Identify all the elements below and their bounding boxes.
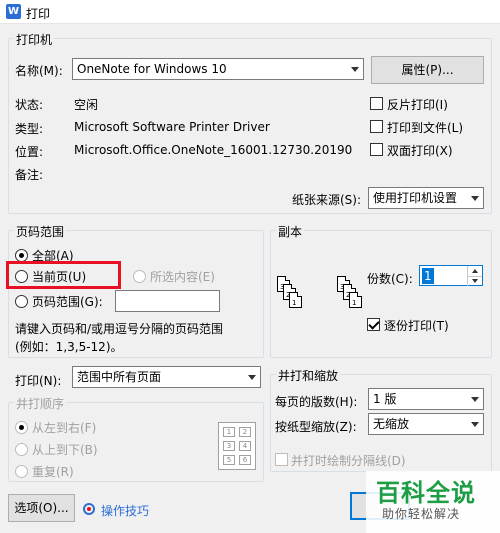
spin-down-button[interactable] xyxy=(467,276,482,286)
window-title: 打印 xyxy=(26,7,51,21)
top-to-bottom-label: 从上到下(B) xyxy=(32,443,98,457)
order-cell: 4 xyxy=(239,441,251,451)
title-bar: W 打印 xyxy=(0,0,500,24)
print-select[interactable]: 范围中所有页面 xyxy=(72,366,261,388)
scale-value: 无缩放 xyxy=(373,417,410,431)
chevron-down-icon xyxy=(471,397,479,402)
arrow-up-icon xyxy=(472,269,478,273)
page-range-input[interactable] xyxy=(115,290,220,312)
paper-source-value: 使用打印机设置 xyxy=(373,191,458,205)
page-icon: 1 xyxy=(289,292,302,308)
scale-select[interactable]: 无缩放 xyxy=(368,413,484,435)
page-range-hint-line1: 请键入页码和/或用逗号分隔的页码范围 xyxy=(15,322,224,336)
print-to-file-checkbox[interactable] xyxy=(370,120,383,133)
duplex-checkbox[interactable] xyxy=(370,143,383,156)
type-value: Microsoft Software Printer Driver xyxy=(74,120,270,134)
order-cell: 3 xyxy=(223,441,235,451)
copies-count-label: 份数(C): xyxy=(367,272,413,286)
properties-button[interactable]: 属性(P)... xyxy=(371,56,484,84)
page-range-hint-line2: (例如：1,3,5-12)。 xyxy=(15,340,123,354)
print-value: 范围中所有页面 xyxy=(77,370,162,384)
zoom-group-title: 并打和缩放 xyxy=(276,367,341,384)
chevron-down-icon xyxy=(248,375,256,380)
chevron-down-icon xyxy=(471,422,479,427)
draw-borders-label: 并打时绘制分隔线(D) xyxy=(291,454,406,468)
current-page-highlight xyxy=(6,261,121,289)
order-cell: 6 xyxy=(239,455,251,465)
status-value: 空闲 xyxy=(74,98,99,112)
print-label: 打印(N): xyxy=(15,374,62,388)
page-range-label: 页码范围(G): xyxy=(32,295,103,309)
printer-name-label: 名称(M): xyxy=(15,64,63,78)
draw-borders-checkbox[interactable] xyxy=(275,453,288,466)
collate-checkbox[interactable] xyxy=(367,318,380,331)
options-button[interactable]: 选项(O)... xyxy=(8,494,75,522)
tips-link[interactable]: 操作技巧 xyxy=(101,502,149,519)
paper-source-select[interactable]: 使用打印机设置 xyxy=(368,187,484,209)
copies-count-value: 1 xyxy=(422,268,434,284)
duplex-label: 双面打印(X) xyxy=(387,144,453,158)
top-to-bottom-radio[interactable] xyxy=(15,443,28,456)
wps-app-icon: W xyxy=(6,4,21,19)
location-label: 位置: xyxy=(15,145,44,159)
collate-illustration: 3 2 1 3 2 1 xyxy=(275,272,365,322)
repeat-radio[interactable] xyxy=(15,465,28,478)
order-cell: 2 xyxy=(239,427,251,437)
page-icon: 1 xyxy=(349,292,362,308)
tips-icon xyxy=(83,503,95,515)
print-to-file-label: 打印到文件(L) xyxy=(387,121,464,135)
reverse-print-checkbox[interactable] xyxy=(370,97,383,110)
printer-name-value: OneNote for Windows 10 xyxy=(77,62,227,76)
copies-count-spinner[interactable]: 1 xyxy=(419,265,483,286)
order-cell: 1 xyxy=(223,427,235,437)
print-order-preview: 1 2 3 4 5 6 xyxy=(218,422,256,470)
page-range-radio[interactable] xyxy=(15,295,28,308)
location-value-clip: Microsoft.Office.OneNote_16001.12730.201… xyxy=(74,143,364,157)
chevron-down-icon xyxy=(471,196,479,201)
arrow-down-icon xyxy=(472,279,478,283)
watermark-logo: 百科全说 助你轻松解决 xyxy=(366,471,500,533)
page-range-group-title: 页码范围 xyxy=(14,223,67,240)
spin-up-button[interactable] xyxy=(467,266,482,276)
paper-source-label: 纸张来源(S): xyxy=(292,193,362,207)
left-to-right-label: 从左到右(F) xyxy=(32,421,97,435)
pages-per-sheet-value: 1 版 xyxy=(373,392,397,406)
repeat-label: 重复(R) xyxy=(32,465,74,479)
order-cell: 5 xyxy=(223,455,235,465)
pages-per-sheet-label: 每页的版数(H): xyxy=(275,395,358,409)
copies-group-title: 副本 xyxy=(276,223,305,240)
selection-label: 所选内容(E) xyxy=(150,270,215,284)
comment-label: 备注: xyxy=(15,168,44,182)
type-label: 类型: xyxy=(15,122,44,136)
pages-per-sheet-select[interactable]: 1 版 xyxy=(368,388,484,410)
selection-radio[interactable] xyxy=(133,270,146,283)
watermark-subtitle: 助你轻松解决 xyxy=(382,507,461,521)
left-to-right-radio[interactable] xyxy=(15,421,28,434)
printer-group-title: 打印机 xyxy=(14,31,55,48)
collate-label: 逐份打印(T) xyxy=(384,319,449,333)
watermark-title: 百科全说 xyxy=(376,479,476,507)
printer-name-select[interactable]: OneNote for Windows 10 xyxy=(72,58,364,80)
status-label: 状态: xyxy=(15,98,44,112)
scale-label: 按纸型缩放(Z): xyxy=(275,420,357,434)
reverse-print-label: 反片打印(I) xyxy=(387,98,448,112)
chevron-down-icon xyxy=(351,67,359,72)
print-order-group-title: 并打顺序 xyxy=(14,395,67,412)
location-value: Microsoft.Office.OneNote_16001.12730.201… xyxy=(74,143,353,157)
